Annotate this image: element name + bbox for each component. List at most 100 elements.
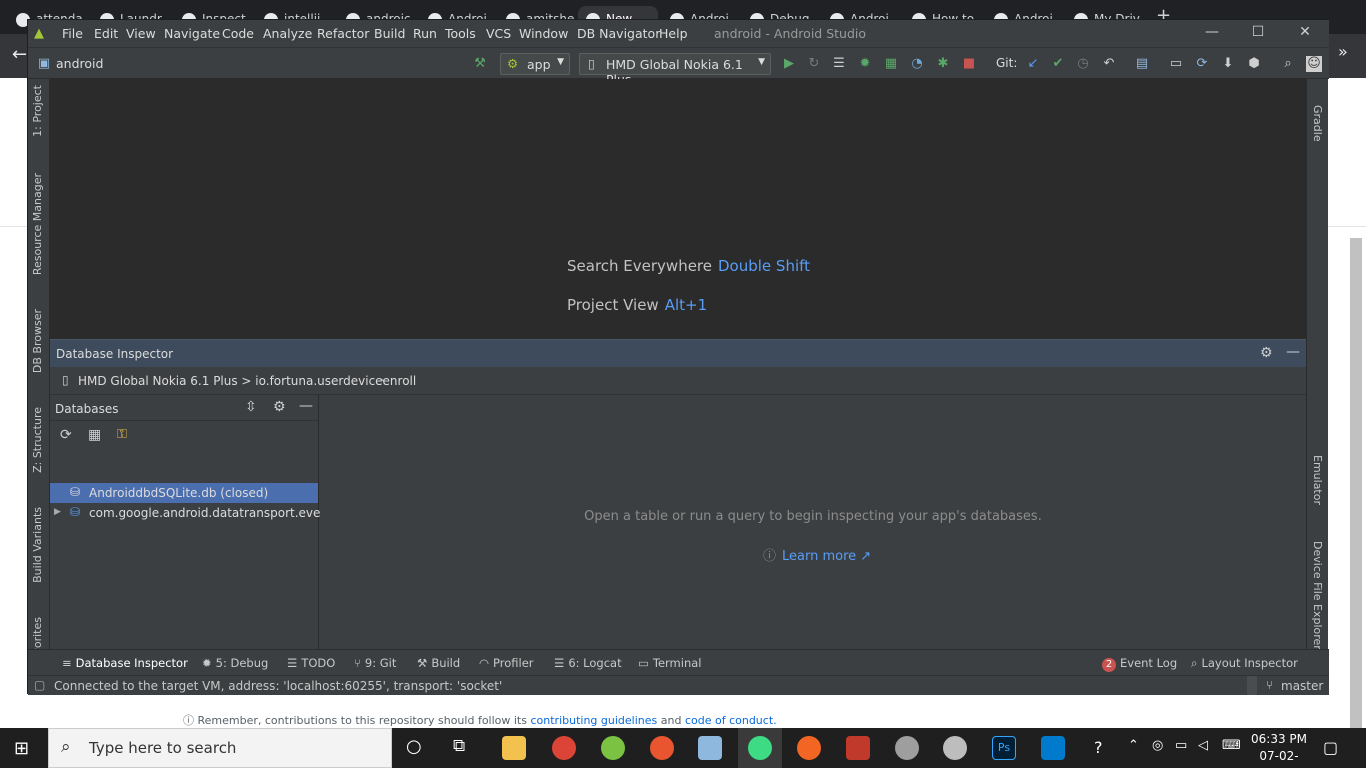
tool-tab-gradle[interactable]: Gradle bbox=[1311, 105, 1324, 142]
menu-tools[interactable]: Tools bbox=[445, 26, 476, 41]
file-explorer-icon[interactable] bbox=[502, 736, 526, 760]
tool-tab-build-variants[interactable]: Build Variants bbox=[31, 507, 44, 583]
cortana-icon[interactable]: ○ bbox=[406, 736, 422, 757]
coverage-icon[interactable]: ▦ bbox=[883, 56, 899, 72]
tray-clock[interactable]: 06:33 PM 07-02-2021 bbox=[1251, 731, 1307, 782]
menu-db-navigator[interactable]: DB Navigator bbox=[577, 26, 660, 41]
app-icon[interactable] bbox=[698, 736, 722, 760]
project-name[interactable]: android bbox=[56, 56, 103, 71]
tool-tab-database-inspector[interactable]: ≡ Database Inspector bbox=[62, 656, 188, 670]
tool-tab-logcat[interactable]: ☰ 6: Logcat bbox=[554, 656, 622, 670]
menu-window[interactable]: Window bbox=[519, 26, 568, 41]
taskbar-search-input[interactable]: ⌕ Type here to search bbox=[48, 728, 392, 768]
bookmarks-more-icon[interactable]: » bbox=[1338, 42, 1348, 61]
collapse-all-icon[interactable]: ⇳ bbox=[245, 399, 257, 415]
git-update-icon[interactable]: ↙ bbox=[1025, 56, 1041, 72]
run-icon[interactable]: ▶ bbox=[781, 56, 797, 72]
database-app-icon[interactable] bbox=[895, 736, 919, 760]
hide-panel-icon[interactable]: — bbox=[1286, 344, 1300, 360]
menu-view[interactable]: View bbox=[126, 26, 156, 41]
rerun-icon[interactable]: ↻ bbox=[806, 56, 822, 72]
database-app-icon[interactable] bbox=[943, 736, 967, 760]
menu-run[interactable]: Run bbox=[413, 26, 437, 41]
menu-code[interactable]: Code bbox=[222, 26, 254, 41]
app-icon[interactable] bbox=[601, 736, 625, 760]
battery-icon[interactable]: ▭ bbox=[1175, 738, 1187, 753]
device-manager-icon[interactable]: ⬢ bbox=[1246, 56, 1262, 72]
git-history-icon[interactable]: ◷ bbox=[1075, 56, 1091, 72]
menu-help[interactable]: Help bbox=[659, 26, 688, 41]
app-icon[interactable] bbox=[650, 736, 674, 760]
database-item-selected[interactable]: ⛁ AndroiddbdSQLite.db (closed) bbox=[50, 483, 318, 503]
tool-tab-structure[interactable]: Z: Structure bbox=[31, 407, 44, 473]
gear-icon[interactable]: ⚙ bbox=[1260, 345, 1273, 361]
learn-more-link[interactable]: ⓘ Learn more ↗ bbox=[763, 545, 871, 564]
menu-refactor[interactable]: Refactor bbox=[317, 26, 369, 41]
tool-tab-layout-inspector[interactable]: ⌕ Layout Inspector bbox=[1191, 656, 1298, 671]
avd-manager-icon[interactable]: ▭ bbox=[1168, 56, 1184, 72]
tool-tab-event-log[interactable]: 2 Event Log bbox=[1102, 656, 1177, 672]
tool-tab-resource-manager[interactable]: Resource Manager bbox=[31, 173, 44, 275]
tool-tab-terminal[interactable]: ▭ Terminal bbox=[638, 656, 701, 670]
tool-tab-device-file-explorer[interactable]: Device File Explorer bbox=[1311, 541, 1324, 650]
help-icon[interactable]: ? bbox=[1094, 738, 1103, 757]
git-branch[interactable]: master bbox=[1281, 679, 1323, 693]
code-of-conduct-link[interactable]: code of conduct. bbox=[685, 714, 777, 727]
git-commit-icon[interactable]: ✔ bbox=[1050, 56, 1066, 72]
menu-build[interactable]: Build bbox=[374, 26, 405, 41]
vscode-icon[interactable] bbox=[1041, 736, 1065, 760]
refresh-icon[interactable]: ⟳ bbox=[60, 427, 72, 443]
gear-icon[interactable]: ⚙ bbox=[273, 399, 286, 415]
database-item[interactable]: ▶ ⛁ com.google.android.datatransport.eve… bbox=[50, 503, 339, 523]
stop-icon[interactable]: ■ bbox=[961, 56, 977, 72]
expand-arrow-icon[interactable]: ▶ bbox=[54, 507, 61, 517]
chevron-up-icon[interactable]: ⌃ bbox=[1128, 738, 1139, 753]
postman-icon[interactable] bbox=[797, 736, 821, 760]
menu-analyze[interactable]: Analyze bbox=[263, 26, 312, 41]
contributing-guidelines-link[interactable]: contributing guidelines bbox=[530, 714, 657, 727]
back-arrow-icon[interactable]: ← bbox=[12, 44, 27, 65]
run-config-select[interactable]: ⚙ app ▼ bbox=[500, 53, 570, 75]
git-rollback-icon[interactable]: ↶ bbox=[1101, 56, 1117, 72]
tool-tab-build[interactable]: ⚒ Build bbox=[417, 656, 460, 670]
menu-edit[interactable]: Edit bbox=[94, 26, 118, 41]
tool-tab-git[interactable]: ⑂ 9: Git bbox=[354, 656, 396, 670]
photoshop-icon[interactable]: Ps bbox=[992, 736, 1016, 760]
debug-icon[interactable]: ✹ bbox=[857, 56, 873, 72]
profile-icon[interactable]: ◔ bbox=[909, 56, 925, 72]
memory-indicator[interactable] bbox=[1247, 676, 1257, 695]
tool-tab-emulator[interactable]: Emulator bbox=[1311, 455, 1324, 505]
tool-tab-profiler[interactable]: ◠ Profiler bbox=[479, 656, 534, 670]
app-icon[interactable] bbox=[846, 736, 870, 760]
task-view-icon[interactable]: ⧉ bbox=[453, 736, 465, 756]
new-query-icon[interactable]: ▦ bbox=[88, 427, 101, 443]
toggle-tool-windows-icon[interactable]: ▢ bbox=[34, 678, 45, 692]
menu-navigate[interactable]: Navigate bbox=[164, 26, 220, 41]
keep-connections-icon[interactable]: ⚿ bbox=[117, 427, 127, 442]
device-select[interactable]: ▯ HMD Global Nokia 6.1 Plus ▼ bbox=[579, 53, 771, 87]
close-icon[interactable]: ✕ bbox=[1290, 24, 1320, 44]
tool-tab-debug[interactable]: ✹ 5: Debug bbox=[202, 656, 268, 670]
user-avatar-icon[interactable]: ☺ bbox=[1306, 56, 1322, 72]
webcam-icon[interactable]: ◎ bbox=[1152, 738, 1163, 753]
menu-vcs[interactable]: VCS bbox=[486, 26, 511, 41]
search-icon[interactable]: ⌕ bbox=[1280, 56, 1296, 72]
sdk-manager-icon[interactable]: ⬇ bbox=[1220, 56, 1236, 72]
process-selector[interactable]: ▯ HMD Global Nokia 6.1 Plus > io.fortuna… bbox=[50, 367, 1306, 395]
minimize-icon[interactable]: — bbox=[1197, 24, 1227, 44]
windows-start-icon[interactable]: ⊞ bbox=[14, 738, 29, 759]
tool-tab-todo[interactable]: ☰ TODO bbox=[287, 656, 335, 670]
page-scrollbar[interactable] bbox=[1350, 238, 1362, 728]
project-structure-icon[interactable]: ▤ bbox=[1134, 56, 1150, 72]
notifications-icon[interactable]: ▢ bbox=[1323, 738, 1338, 757]
maximize-icon[interactable]: ☐ bbox=[1243, 24, 1273, 44]
android-studio-taskbar-icon[interactable] bbox=[748, 736, 772, 760]
hide-icon[interactable]: — bbox=[299, 398, 313, 414]
sync-gradle-icon[interactable]: ⟳ bbox=[1194, 56, 1210, 72]
tool-tab-project[interactable]: 1: Project bbox=[31, 85, 44, 137]
tool-tab-db-browser[interactable]: DB Browser bbox=[31, 309, 44, 373]
make-project-hammer-icon[interactable]: ⚒ bbox=[472, 56, 488, 72]
language-icon[interactable]: ⌨ bbox=[1222, 738, 1241, 753]
chrome-icon[interactable] bbox=[552, 736, 576, 760]
menu-file[interactable]: File bbox=[62, 26, 83, 41]
